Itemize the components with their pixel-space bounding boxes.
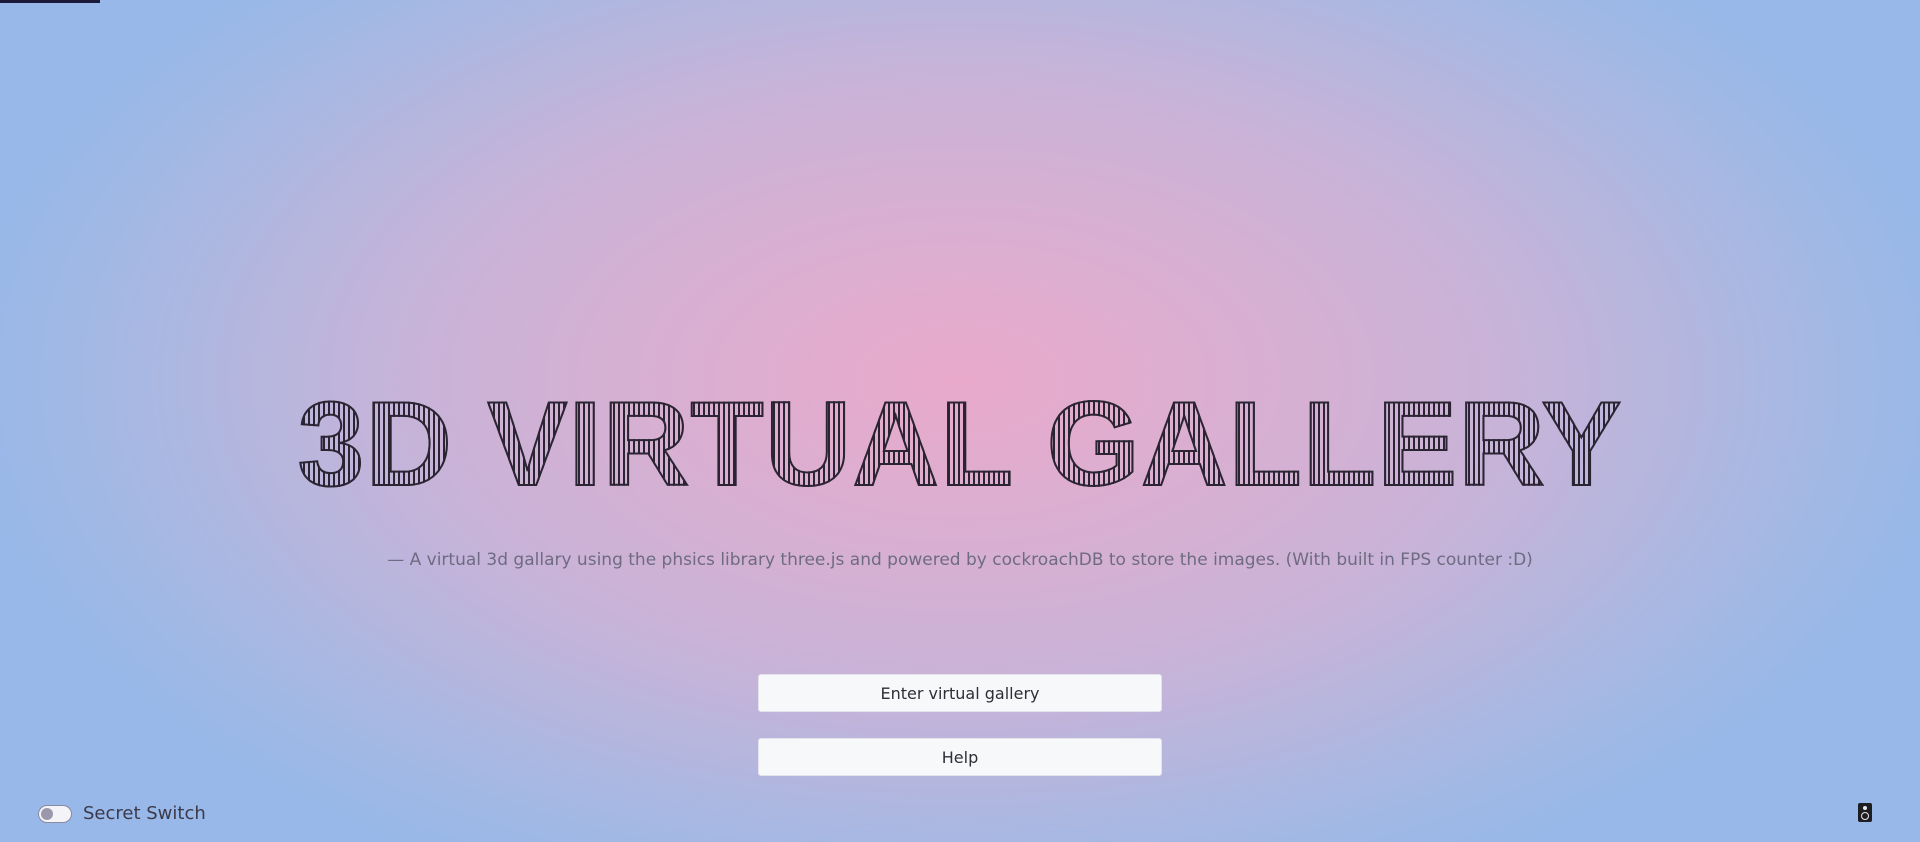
enter-gallery-label: Enter virtual gallery <box>880 683 1040 703</box>
help-button[interactable]: Help <box>758 738 1162 776</box>
enter-gallery-button[interactable]: Enter virtual gallery <box>758 674 1162 712</box>
loading-progress-bar <box>0 0 100 3</box>
toggle-switch[interactable] <box>38 804 72 823</box>
speaker-woofer <box>1861 812 1869 820</box>
help-label: Help <box>941 747 979 767</box>
speaker-icon[interactable] <box>1858 803 1872 822</box>
secret-switch-label: Secret Switch <box>83 803 206 824</box>
speaker-tweeter <box>1863 806 1867 810</box>
secret-switch[interactable]: Secret Switch <box>38 803 206 824</box>
page-title-text: 3D VIRTUAL GALLERY <box>297 377 1623 511</box>
page-title: 3D VIRTUAL GALLERY <box>0 383 1920 505</box>
toggle-knob <box>41 807 53 820</box>
page-subtitle: — A virtual 3d gallary using the phsics … <box>387 550 1533 570</box>
